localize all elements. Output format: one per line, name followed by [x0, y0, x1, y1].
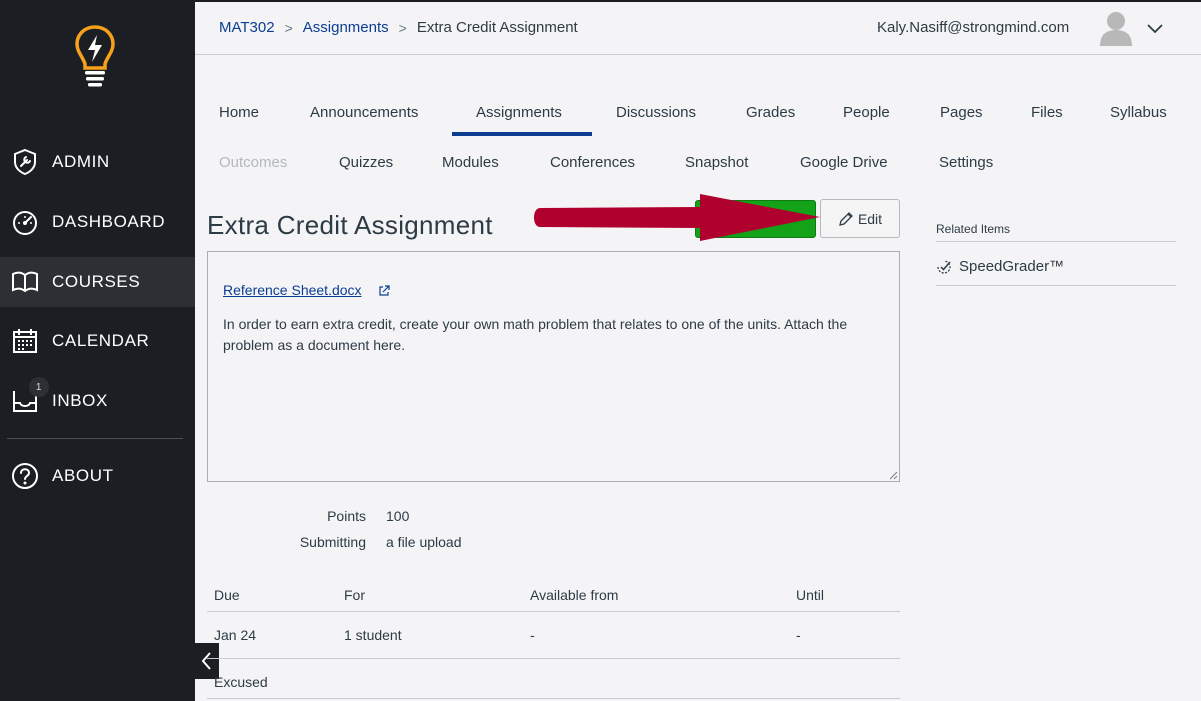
top-header: MAT302 > Assignments > Extra Credit Assi…: [195, 0, 1201, 55]
chevron-down-icon[interactable]: [1145, 18, 1165, 38]
column-header-for: For: [344, 587, 365, 603]
table-cell-available-from: -: [530, 627, 535, 643]
tab-files[interactable]: Files: [1031, 104, 1063, 121]
nav-item-admin[interactable]: ADMIN: [0, 137, 195, 187]
tab-settings[interactable]: Settings: [939, 154, 993, 171]
chevron-right-icon: >: [284, 19, 293, 36]
tab-home[interactable]: Home: [219, 104, 259, 121]
nav-label: CALENDAR: [52, 331, 150, 350]
nav-label: DASHBOARD: [52, 212, 166, 231]
table-divider: [207, 658, 900, 659]
nav-item-about[interactable]: ABOUT: [0, 451, 195, 501]
breadcrumb-current: Extra Credit Assignment: [416, 19, 578, 36]
inbox-count-badge: 1: [29, 377, 49, 397]
related-items-heading: Related Items: [936, 222, 1011, 236]
book-icon: [10, 267, 40, 297]
reference-sheet-link[interactable]: Reference Sheet.docx: [223, 282, 362, 298]
tab-conferences[interactable]: Conferences: [550, 154, 635, 171]
nav-item-calendar[interactable]: CALENDAR: [0, 316, 195, 366]
tab-discussions[interactable]: Discussions: [616, 104, 696, 121]
points-label: Points: [327, 508, 366, 524]
chevron-right-icon: >: [398, 19, 407, 36]
shield-wrench-icon: [10, 147, 40, 177]
speedgrader-icon: [937, 259, 951, 274]
tab-snapshot[interactable]: Snapshot: [685, 154, 748, 171]
lightbulb-logo-icon[interactable]: [74, 24, 116, 92]
related-divider: [936, 241, 1176, 242]
column-header-due: Due: [214, 587, 240, 603]
submitting-label: Submitting: [299, 534, 366, 550]
assignment-description: Reference Sheet.docx In order to earn ex…: [207, 251, 900, 482]
submitting-value: a file upload: [386, 534, 462, 550]
breadcrumb-course-link[interactable]: MAT302: [219, 19, 275, 36]
user-avatar[interactable]: [1099, 10, 1133, 46]
tab-people[interactable]: People: [843, 104, 890, 121]
speedgrader-label: SpeedGrader™: [959, 258, 1065, 275]
related-divider: [936, 285, 1176, 286]
tab-announcements[interactable]: Announcements: [310, 104, 418, 121]
description-text: In order to earn extra credit, create yo…: [223, 316, 848, 353]
nav-label: ADMIN: [52, 152, 110, 171]
table-cell-until: -: [796, 627, 801, 643]
edit-label: Edit: [857, 210, 883, 227]
tab-modules[interactable]: Modules: [442, 154, 499, 171]
resize-grip-icon[interactable]: [889, 471, 898, 480]
question-icon: [10, 461, 40, 491]
active-tab-indicator: [452, 132, 592, 136]
tab-outcomes: Outcomes: [219, 154, 288, 171]
nav-label: COURSES: [52, 272, 141, 291]
nav-item-dashboard[interactable]: DASHBOARD: [0, 197, 195, 247]
tab-quizzes[interactable]: Quizzes: [339, 154, 393, 171]
breadcrumb-assignments-link[interactable]: Assignments: [303, 19, 389, 36]
chevron-left-icon: [201, 652, 211, 670]
column-header-until: Until: [796, 587, 825, 603]
nav-label: ABOUT: [52, 466, 114, 485]
speedometer-icon: [10, 207, 40, 237]
table-cell-for: 1 student: [344, 627, 402, 643]
speedgrader-link[interactable]: SpeedGrader™: [936, 258, 1064, 275]
column-header-available-from: Available from: [530, 587, 619, 603]
points-value: 100: [386, 508, 410, 524]
table-cell-due: Jan 24: [214, 627, 257, 643]
table-divider: [207, 698, 900, 699]
calendar-icon: [10, 326, 40, 356]
global-nav-sidebar: ADMIN DASHBOARD COURSES CALENDAR 1 INBOX…: [0, 0, 195, 701]
external-link-icon: [379, 285, 390, 296]
page-title: Extra Credit Assignment: [207, 210, 493, 240]
tab-pages[interactable]: Pages: [940, 104, 983, 121]
publish-button[interactable]: [695, 200, 816, 238]
breadcrumb: MAT302 > Assignments > Extra Credit Assi…: [219, 19, 578, 36]
nav-label: INBOX: [52, 391, 108, 410]
table-divider: [207, 611, 900, 612]
edit-button[interactable]: Edit: [820, 199, 900, 238]
user-email: Kaly.Nasiff@strongmind.com: [877, 19, 1070, 36]
inbox-icon: 1: [10, 377, 49, 416]
tab-assignments[interactable]: Assignments: [476, 104, 562, 121]
tab-grades[interactable]: Grades: [746, 104, 795, 121]
tab-google-drive[interactable]: Google Drive: [800, 154, 888, 171]
nav-item-courses[interactable]: COURSES: [0, 257, 195, 307]
pencil-icon: [839, 211, 853, 226]
sidebar-divider: [7, 438, 183, 439]
nav-item-inbox[interactable]: 1 INBOX: [0, 376, 195, 426]
table-cell-excused: Excused: [214, 674, 268, 690]
tab-syllabus[interactable]: Syllabus: [1110, 104, 1167, 121]
